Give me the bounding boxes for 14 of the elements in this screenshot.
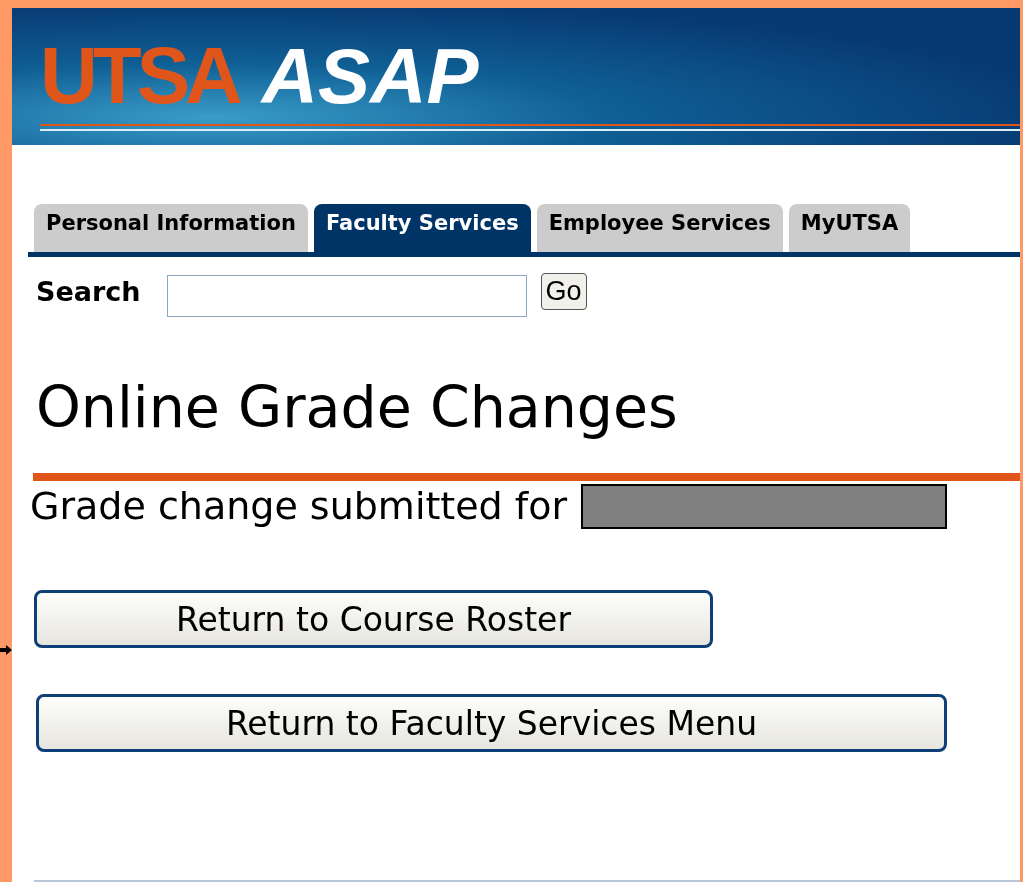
search-field[interactable] bbox=[166, 275, 527, 317]
logo-text: ASAP bbox=[261, 37, 479, 115]
nav-tab[interactable]: MyUTSA bbox=[788, 204, 911, 252]
action-button[interactable]: Return to Faculty Services Menu bbox=[36, 694, 947, 753]
action-button[interactable]: Return to Course Roster bbox=[34, 590, 713, 649]
go-button[interactable]: Go bbox=[540, 272, 587, 310]
search-label: Search bbox=[36, 275, 141, 307]
pointer-arrow-icon bbox=[0, 644, 12, 656]
nav-tab[interactable]: Faculty Services bbox=[313, 204, 531, 252]
nav-tab[interactable]: Personal Information bbox=[34, 204, 308, 252]
status-message: Grade change submitted for bbox=[30, 484, 568, 529]
logo-mark: UTSA bbox=[40, 36, 240, 116]
nav-tab[interactable]: Employee Services bbox=[536, 204, 783, 252]
page-title: Online Grade Changes bbox=[36, 373, 679, 442]
